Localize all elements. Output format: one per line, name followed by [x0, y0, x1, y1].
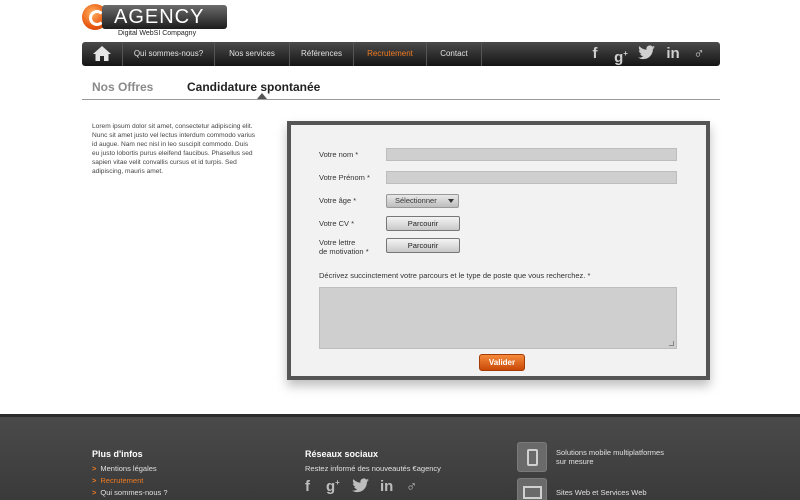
logo[interactable]: AGENCY Digital WebSI Compagny [82, 4, 227, 38]
chevron-right-icon: > [92, 488, 97, 497]
service-mobile-line1: Solutions mobile multiplatformes [556, 448, 664, 457]
linkedin-icon[interactable]: in [380, 478, 393, 495]
nom-field[interactable] [386, 148, 677, 161]
resize-grip-icon[interactable] [669, 341, 674, 346]
nav-social-links: f g+ in ♂ [586, 45, 708, 66]
cv-label: Votre CV * [319, 219, 355, 228]
male-symbol-icon[interactable]: ♂ [406, 478, 417, 495]
footer-link-label: Qui sommes-nous ? [100, 488, 168, 497]
chevron-right-icon: > [92, 476, 97, 485]
logo-text: AGENCY [102, 5, 227, 29]
nav-item-references[interactable]: Références [289, 42, 353, 66]
nom-label: Votre nom * [319, 150, 359, 159]
footer-link-recrutement[interactable]: > Recrutement [92, 476, 143, 485]
footer-social-title: Réseaux sociaux [305, 449, 379, 459]
twitter-icon[interactable] [352, 478, 370, 498]
description-label: Décrivez succinctement votre parcours et… [319, 271, 591, 280]
google-plus-icon[interactable]: g+ [326, 478, 340, 495]
lettre-label-line2: de motivation * [319, 247, 369, 256]
twitter-icon[interactable] [638, 45, 656, 63]
nav-item-nos-services[interactable]: Nos services [214, 42, 289, 66]
footer-link-mentions-legales[interactable]: > Mentions légales [92, 464, 157, 473]
google-plus-icon[interactable]: g+ [612, 45, 630, 66]
footer-link-qui-sommes-nous[interactable]: > Qui sommes-nous ? [92, 488, 168, 497]
chevron-down-icon [448, 199, 454, 203]
age-label: Votre âge * [319, 196, 357, 205]
prenom-label: Votre Prénom * [319, 173, 370, 182]
description-textarea[interactable] [319, 287, 677, 349]
home-icon [93, 46, 111, 61]
mobile-icon [517, 442, 547, 472]
footer-link-label: Mentions légales [100, 464, 157, 473]
chevron-right-icon: > [92, 464, 97, 473]
nav-item-contact[interactable]: Contact [426, 42, 482, 66]
main-nav: Qui sommes-nous? Nos services Références… [82, 42, 720, 66]
footer-infos-title: Plus d'infos [92, 449, 143, 459]
nav-item-recrutement[interactable]: Recrutement [353, 42, 426, 66]
linkedin-icon[interactable]: in [664, 45, 682, 63]
logo-tagline: Digital WebSI Compagny [118, 30, 197, 37]
service-mobile-line2: sur mesure [556, 457, 594, 466]
facebook-icon[interactable]: f [305, 478, 310, 495]
monitor-icon [517, 478, 547, 500]
age-select[interactable]: Sélectionner [386, 194, 459, 208]
prenom-field[interactable] [386, 171, 677, 184]
submit-button[interactable]: Valider [479, 354, 525, 371]
male-symbol-icon[interactable]: ♂ [690, 45, 708, 63]
offer-tabs: Nos Offres Candidature spontanée [82, 78, 720, 100]
nav-item-qui-sommes-nous[interactable]: Qui sommes-nous? [122, 42, 214, 66]
age-select-value: Sélectionner [395, 196, 437, 205]
active-tab-pointer [257, 93, 267, 99]
intro-text: Lorem ipsum dolor sit amet, consectetur … [92, 123, 256, 175]
facebook-icon[interactable]: f [586, 45, 604, 63]
cv-browse-button[interactable]: Parcourir [386, 216, 460, 231]
lettre-browse-button[interactable]: Parcourir [386, 238, 460, 253]
application-form: Votre nom * Votre Prénom * Votre âge * S… [287, 121, 710, 380]
tab-nos-offres[interactable]: Nos Offres [92, 80, 153, 94]
home-button[interactable] [82, 42, 122, 66]
footer-social-text: Restez informé des nouveautés €agency [305, 464, 441, 473]
service-web-line1: Sites Web et Services Web [556, 488, 647, 497]
tab-candidature-spontanee[interactable]: Candidature spontanée [187, 80, 320, 94]
footer-link-label: Recrutement [100, 476, 144, 485]
